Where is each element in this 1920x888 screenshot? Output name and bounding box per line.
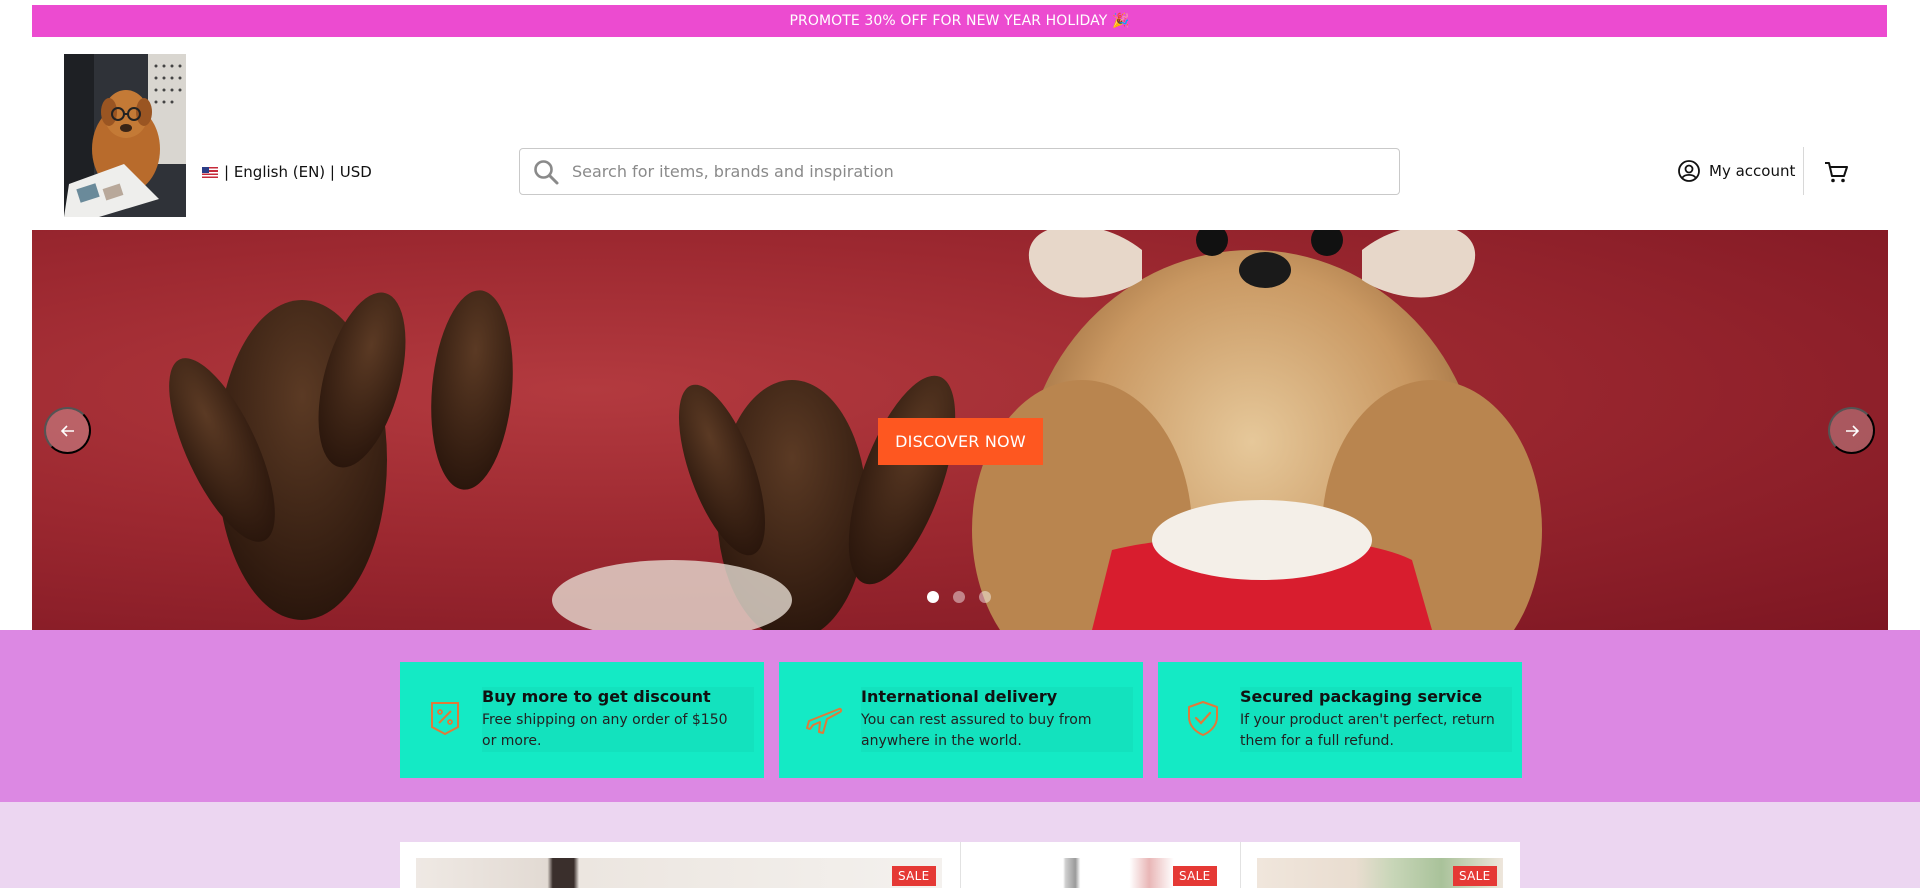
airplane-icon: [806, 707, 843, 734]
product-card[interactable]: SALE: [1241, 842, 1520, 888]
shield-check-icon: [1188, 701, 1218, 736]
sale-badge: SALE: [1453, 866, 1497, 886]
sale-badge: SALE: [892, 866, 936, 886]
promo-text: PROMOTE 30% OFF FOR NEW YEAR HOLIDAY 🎉: [789, 13, 1130, 29]
feature-title: International delivery: [861, 687, 1058, 706]
carousel-next-button[interactable]: [1828, 407, 1875, 454]
product-card[interactable]: SALE: [961, 842, 1240, 888]
carousel-dot-3[interactable]: [979, 591, 991, 603]
promo-banner[interactable]: PROMOTE 30% OFF FOR NEW YEAR HOLIDAY 🎉: [32, 5, 1887, 37]
arrow-right-icon: [1845, 424, 1859, 437]
arrow-left-icon: [60, 424, 74, 437]
user-circle-icon: [1678, 160, 1700, 182]
my-account-link[interactable]: My account: [1677, 159, 1795, 183]
product-image[interactable]: [416, 858, 942, 888]
search-icon: [534, 159, 559, 184]
locale-currency-selector[interactable]: | English (EN) | USD: [202, 163, 372, 181]
hero-carousel[interactable]: DISCOVER NOW: [32, 230, 1888, 630]
feature-card-delivery: International delivery You can rest assu…: [779, 662, 1143, 778]
discover-now-button[interactable]: DISCOVER NOW: [878, 418, 1043, 465]
product-card[interactable]: SALE: [400, 842, 960, 888]
feature-description: Free shipping on any order of $150 or mo…: [482, 712, 728, 749]
search-input[interactable]: [572, 162, 1372, 181]
site-header: | English (EN) | USD My account: [0, 37, 1920, 230]
sale-badge: SALE: [1173, 866, 1217, 886]
feature-card-discount: Buy more to get discount Free shipping o…: [400, 662, 764, 778]
carousel-dot-2[interactable]: [953, 591, 965, 603]
header-divider: [1803, 147, 1804, 195]
carousel-prev-button[interactable]: [44, 407, 91, 454]
carousel-dot-1[interactable]: [927, 591, 939, 603]
site-logo[interactable]: [64, 54, 186, 217]
carousel-indicators: [927, 591, 991, 603]
feature-title: Buy more to get discount: [482, 687, 711, 706]
feature-description: You can rest assured to buy from anywher…: [861, 712, 1092, 749]
locale-text: | English (EN) | USD: [224, 163, 372, 181]
account-label: My account: [1709, 162, 1796, 180]
shopping-cart-icon: [1825, 162, 1848, 183]
feature-description: If your product aren't perfect, return t…: [1240, 712, 1495, 749]
products-section: SALE SALE SALE: [0, 802, 1920, 888]
product-grid: SALE SALE SALE: [400, 842, 1520, 888]
us-flag-icon: [202, 166, 218, 178]
cart-button[interactable]: [1822, 158, 1850, 186]
search-bar[interactable]: [519, 148, 1400, 195]
features-section: Buy more to get discount Free shipping o…: [0, 630, 1920, 802]
feature-title: Secured packaging service: [1240, 687, 1483, 706]
feature-card-packaging: Secured packaging service If your produc…: [1158, 662, 1522, 778]
discount-tag-icon: [431, 702, 459, 736]
